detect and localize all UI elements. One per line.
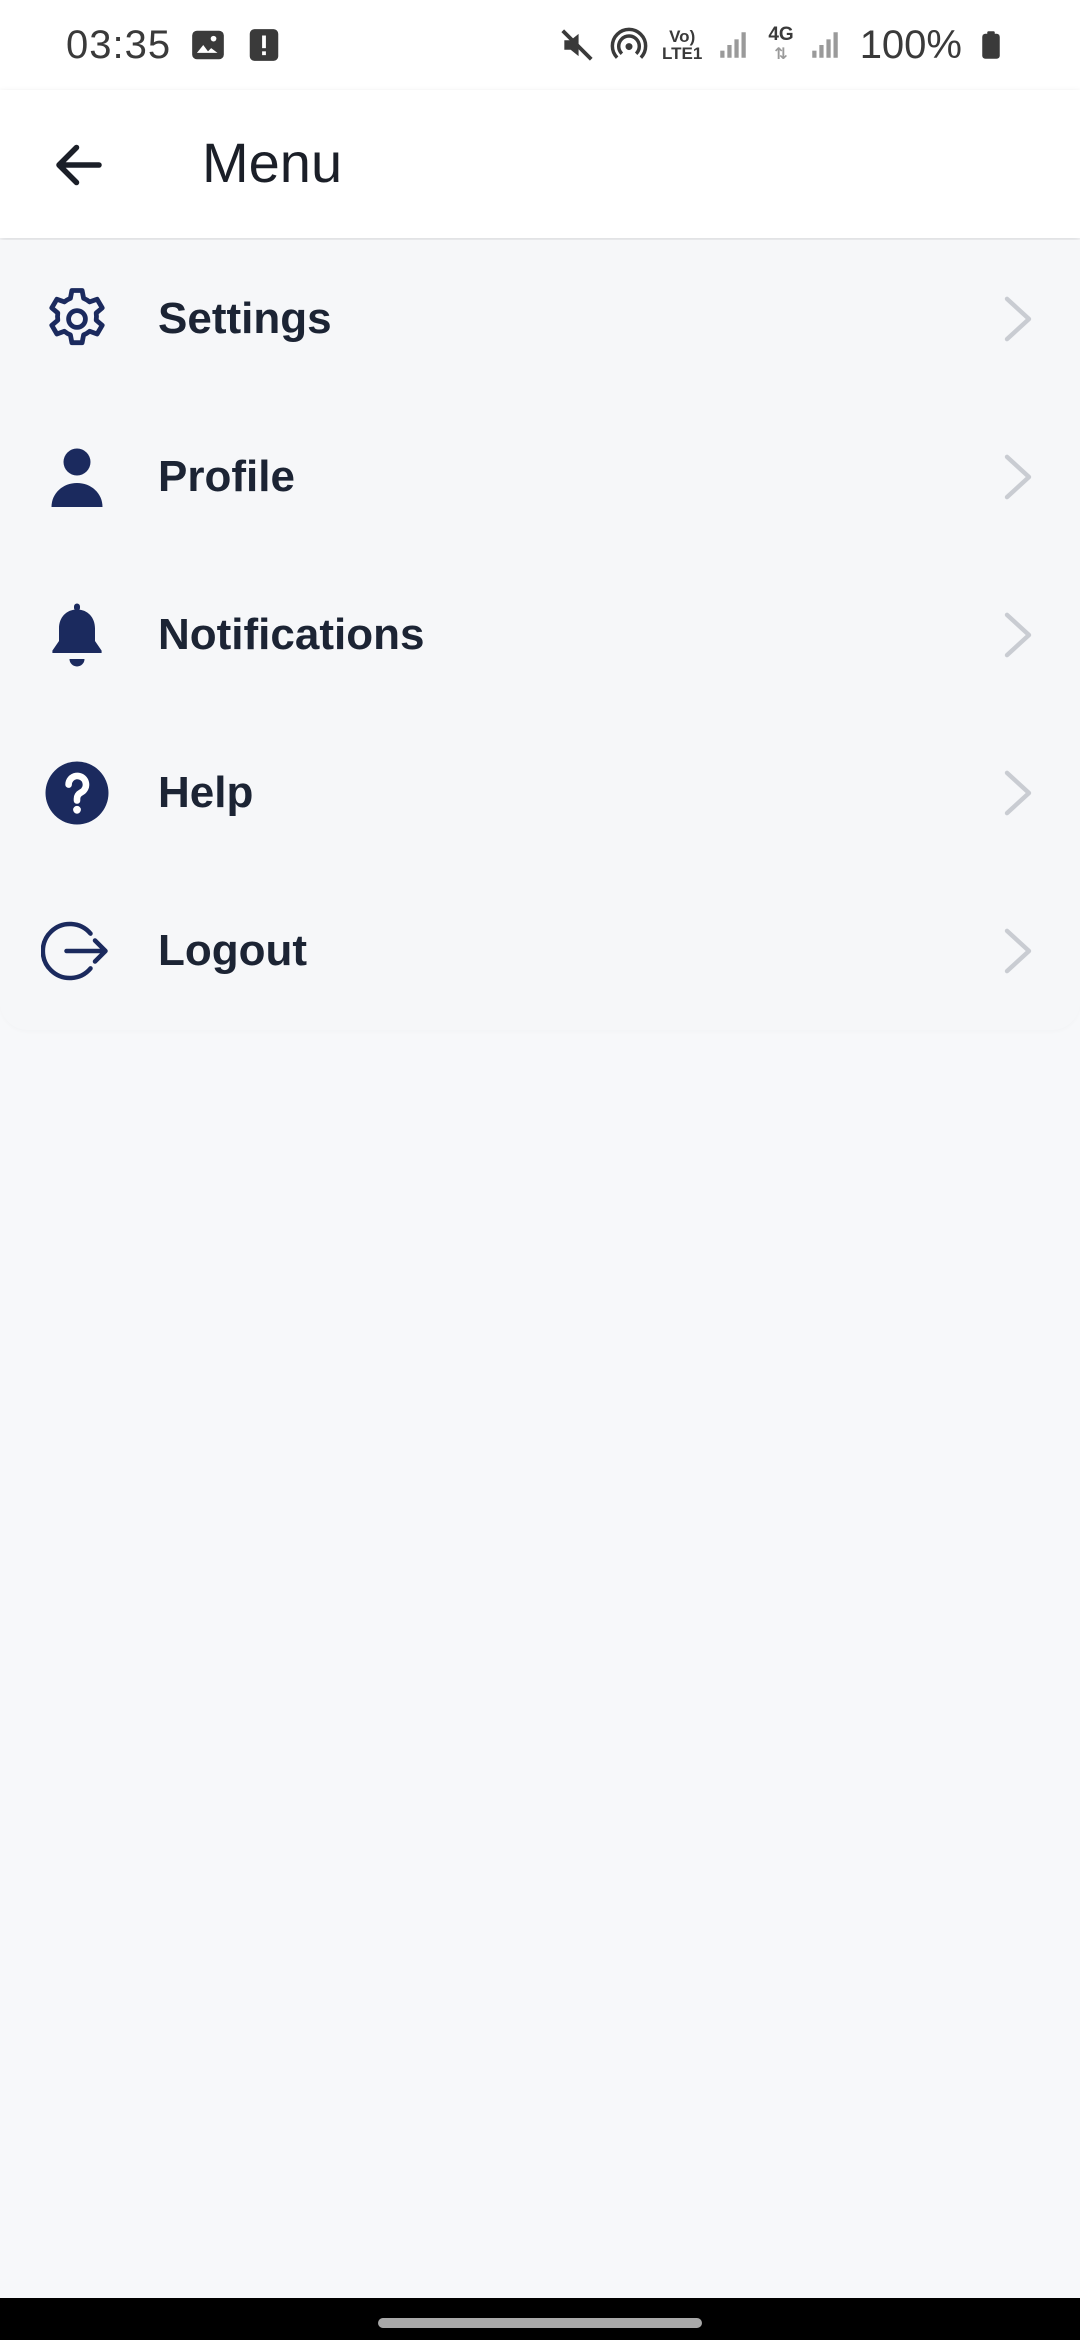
arrow-left-icon [56,144,102,186]
signal-icon [808,26,846,64]
volte-label-bottom: LTE1 [662,44,703,63]
chevron-right-icon [1004,612,1032,658]
network-label: 4G [768,24,794,45]
back-button[interactable] [44,130,114,200]
menu-item-label: Logout [158,926,308,975]
bell-icon [40,598,114,672]
menu-item-notifications[interactable]: Notifications [0,556,1080,714]
status-bar: 03:35 Vo) LTE1 4G ⇅ 100% [0,0,1080,90]
question-circle-icon [40,756,114,830]
menu-list: Settings Profile Notifications Help Logo… [0,240,1080,1030]
alert-icon [245,26,283,64]
menu-item-label: Profile [158,452,295,501]
person-icon [40,440,114,514]
volte-icon: Vo) LTE1 [662,28,702,62]
app-bar: Menu [0,90,1080,238]
4g-icon: 4G ⇅ [768,25,793,65]
chevron-right-icon [1004,296,1032,342]
menu-item-label: Help [158,768,254,817]
status-left: 03:35 [66,23,283,68]
battery-icon [976,26,1014,64]
gear-icon [40,282,114,356]
volte-label-top: Vo) [669,27,696,46]
system-nav-bar [0,2298,1080,2340]
mute-icon [558,26,596,64]
page-title: Menu [202,131,343,194]
chevron-right-icon [1004,928,1032,974]
gallery-icon [189,26,227,64]
battery-percentage: 100% [859,22,962,67]
chevron-right-icon [1004,454,1032,500]
menu-item-label: Notifications [158,610,425,659]
menu-item-settings[interactable]: Settings [0,240,1080,398]
menu-item-profile[interactable]: Profile [0,398,1080,556]
menu-item-logout[interactable]: Logout [0,872,1080,1030]
status-right: Vo) LTE1 4G ⇅ 100% [558,23,1014,68]
chevron-right-icon [1004,770,1032,816]
menu-item-help[interactable]: Help [0,714,1080,872]
menu-item-label: Settings [158,294,332,343]
data-arrows-icon: ⇅ [774,46,788,63]
signal-icon [716,26,754,64]
home-gesture-handle[interactable] [378,2318,702,2328]
hotspot-icon [610,26,648,64]
status-time: 03:35 [66,22,172,67]
logout-icon [40,914,114,988]
